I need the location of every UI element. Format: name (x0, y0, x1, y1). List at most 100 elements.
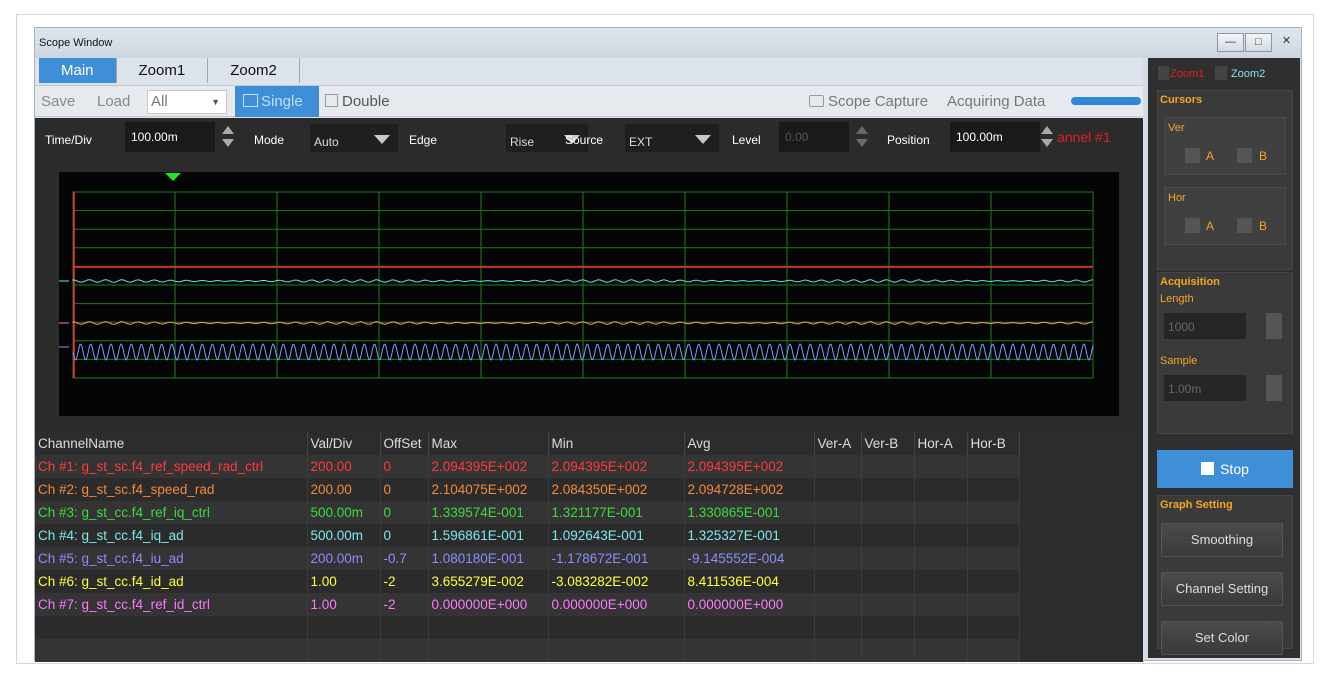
table-cell (380, 616, 429, 639)
source-select[interactable]: EXT (625, 124, 719, 152)
maximize-button[interactable]: □ (1245, 33, 1272, 52)
table-cell: Ch #1: g_st_sc.f4_ref_speed_rad_ctrl (35, 455, 308, 478)
table-cell: 1.339574E-001 (428, 501, 549, 524)
save-button[interactable]: Save (41, 93, 75, 110)
scope-plot-area[interactable] (35, 162, 1143, 432)
tab-zoom1[interactable]: Zoom1 (117, 58, 209, 83)
grid-icon (325, 94, 338, 107)
ver-b-checkbox[interactable] (1237, 148, 1252, 163)
col-header[interactable]: Hor-A (914, 432, 968, 455)
table-cell (380, 639, 429, 662)
tab-zoom2[interactable]: Zoom2 (208, 58, 300, 83)
load-select[interactable]: All ▼ (147, 90, 227, 114)
col-header[interactable]: Ver-B (861, 432, 915, 455)
stop-icon (1201, 462, 1215, 475)
table-cell (914, 524, 968, 547)
table-cell (861, 524, 915, 547)
position-spinner[interactable] (1040, 124, 1053, 150)
single-button[interactable]: Single (235, 86, 319, 117)
channel-setting-button[interactable]: Channel Setting (1161, 572, 1283, 606)
table-cell (35, 639, 308, 662)
table-cell: 0 (380, 501, 429, 524)
col-header[interactable]: Hor-B (967, 432, 1020, 455)
minimize-button[interactable]: — (1217, 33, 1244, 52)
table-row[interactable]: Ch #2: g_st_sc.f4_speed_rad 200.00 0 2.1040… (35, 478, 1020, 501)
table-cell (307, 639, 381, 662)
timediv-input[interactable]: 100.00m (125, 122, 215, 152)
table-cell: 1.330865E-001 (684, 501, 815, 524)
col-header[interactable]: Min (548, 432, 685, 455)
channel-table: ChannelName Val/Div OffSet Max Min Avg V… (35, 432, 1020, 662)
load-button[interactable]: Load (97, 93, 130, 110)
smoothing-button[interactable]: Smoothing (1161, 523, 1283, 557)
source-label: Source (565, 133, 604, 147)
set-color-button[interactable]: Set Color (1161, 621, 1283, 655)
acquisition-title: Acquisition (1160, 276, 1220, 288)
timediv-spinner[interactable] (221, 124, 234, 150)
table-row[interactable]: Ch #6: g_st_cc.f4_id_ad 1.00 -2 3.655279E-0… (35, 570, 1020, 593)
hor-b-checkbox[interactable] (1237, 218, 1252, 233)
table-cell (307, 616, 381, 639)
zoom1-checkbox[interactable] (1158, 66, 1169, 80)
table-cell: 200.00 (307, 455, 381, 478)
table-cell (861, 593, 915, 616)
double-label: Double (342, 93, 390, 110)
table-row[interactable]: Ch #4: g_st_cc.f4_iq_ad 500.00m 0 1.596861E… (35, 524, 1020, 547)
col-header[interactable]: Ver-A (814, 432, 862, 455)
sample-input[interactable]: 1.00m (1164, 375, 1246, 401)
zoom2-label: Zoom2 (1231, 68, 1266, 80)
col-header[interactable]: Val/Div (307, 432, 381, 455)
tab-main[interactable]: Main (39, 58, 117, 83)
sample-spinner[interactable] (1266, 375, 1282, 401)
length-spinner[interactable] (1266, 313, 1282, 339)
table-cell (814, 524, 862, 547)
table-cell (814, 616, 862, 639)
source-value: EXT (629, 135, 653, 149)
table-row[interactable]: Ch #3: g_st_cc.f4_ref_iq_ctrl 500.00m 0 1.3… (35, 501, 1020, 524)
stop-button[interactable]: Stop (1157, 450, 1293, 488)
stop-label: Stop (1220, 461, 1249, 477)
table-cell: -0.7 (380, 547, 429, 570)
col-header[interactable]: Avg (684, 432, 815, 455)
hor-b-label: B (1259, 219, 1268, 233)
table-cell (914, 639, 968, 662)
table-cell (914, 547, 968, 570)
close-button[interactable]: ✕ (1273, 33, 1300, 52)
table-cell: Ch #2: g_st_sc.f4_speed_rad (35, 478, 308, 501)
table-row[interactable]: Ch #1: g_st_sc.f4_ref_speed_rad_ctrl 200.… (35, 455, 1020, 478)
zoom2-checkbox[interactable] (1215, 66, 1227, 80)
scope-capture-button[interactable]: Scope Capture (809, 93, 928, 110)
single-label: Single (261, 93, 303, 110)
table-cell (967, 501, 1020, 524)
table-row[interactable]: Ch #7: g_st_cc.f4_ref_id_ctrl 1.00 -2 0.000… (35, 593, 1020, 616)
length-input[interactable]: 1000 (1164, 313, 1246, 339)
zoom1-label: Zoom1 (1170, 68, 1205, 80)
table-cell (967, 570, 1020, 593)
scope-display[interactable] (59, 172, 1119, 416)
col-header[interactable]: OffSet (380, 432, 429, 455)
table-cell (914, 478, 968, 501)
table-cell: -1.178672E-001 (548, 547, 685, 570)
length-label: Length (1160, 293, 1194, 305)
ver-a-checkbox[interactable] (1185, 148, 1200, 163)
double-button[interactable]: Double (325, 93, 390, 110)
window-title: Scope Window (39, 37, 113, 49)
col-header[interactable]: Max (428, 432, 549, 455)
table-cell (684, 616, 815, 639)
position-input[interactable]: 100.00m (950, 122, 1040, 152)
mode-select[interactable]: Auto (310, 124, 398, 152)
col-header[interactable]: ChannelName (35, 432, 308, 455)
level-spinner[interactable] (855, 124, 868, 150)
table-cell (548, 616, 685, 639)
table-cell (861, 455, 915, 478)
table-cell: 200.00 (307, 478, 381, 501)
table-cell (814, 639, 862, 662)
mode-label: Mode (254, 133, 285, 147)
level-input[interactable]: 0.00 (779, 122, 849, 152)
table-cell (914, 570, 968, 593)
hor-a-checkbox[interactable] (1185, 218, 1200, 233)
table-cell: 500.00m (307, 524, 381, 547)
table-cell (914, 593, 968, 616)
table-row[interactable]: Ch #5: g_st_cc.f4_iu_ad 200.00m -0.7 1.0801… (35, 547, 1020, 570)
table-cell (35, 616, 308, 639)
